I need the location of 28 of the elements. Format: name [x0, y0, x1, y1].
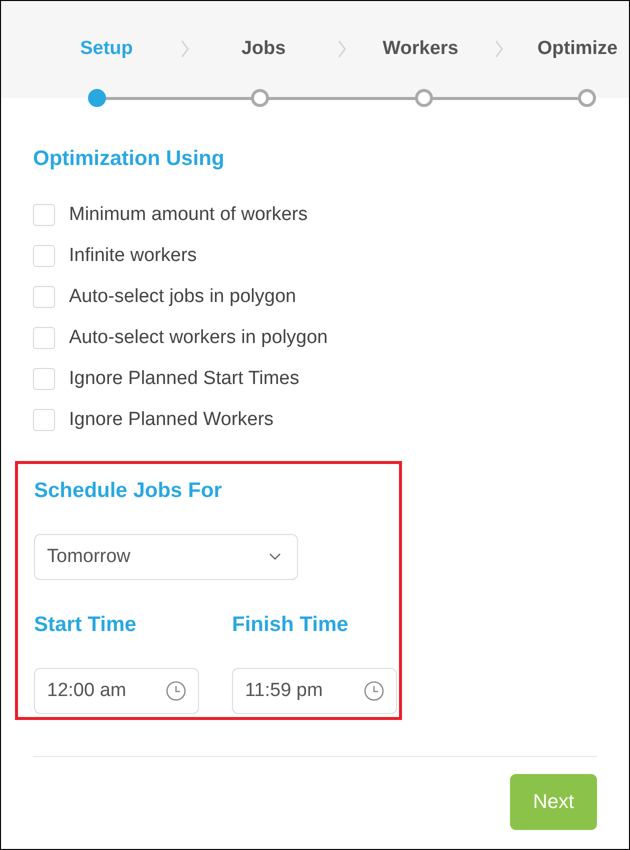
- step-tab[interactable]: Optimize: [537, 35, 618, 64]
- step-tab[interactable]: Jobs: [241, 35, 286, 64]
- chevron-down-icon: [269, 553, 281, 561]
- section-heading: Optimization Using: [33, 146, 226, 172]
- day-select[interactable]: Tomorrow: [34, 534, 298, 580]
- checkbox-label: Auto-select jobs in polygon: [69, 284, 296, 309]
- chevron-icon: [495, 40, 503, 58]
- clock-icon: [364, 681, 384, 701]
- checkbox-label: Infinite workers: [69, 244, 197, 268]
- checkbox-label: Auto-select workers in polygon: [69, 326, 328, 350]
- chevron-icon: [338, 40, 346, 58]
- checkbox[interactable]: [33, 245, 55, 267]
- checkbox[interactable]: [33, 409, 55, 431]
- chevron-icon: [181, 40, 189, 58]
- checkbox-label: Ignore Planned Start Times: [69, 366, 300, 391]
- checkbox[interactable]: [33, 327, 55, 349]
- time-field[interactable]: 11:59 pm: [232, 668, 397, 714]
- checkbox[interactable]: [33, 368, 55, 390]
- clock-icon: [166, 681, 186, 701]
- checkbox-label: Minimum amount of workers: [69, 202, 308, 227]
- section-heading: Schedule Jobs For: [34, 478, 223, 504]
- time-field[interactable]: 12:00 am: [34, 668, 199, 714]
- step-tab[interactable]: Workers: [382, 35, 458, 64]
- field-label: Finish Time: [232, 612, 350, 638]
- field-label: Start Time: [34, 612, 138, 638]
- checkbox[interactable]: [33, 286, 55, 308]
- checkbox[interactable]: [33, 204, 55, 226]
- checkbox-label: Ignore Planned Workers: [69, 408, 274, 432]
